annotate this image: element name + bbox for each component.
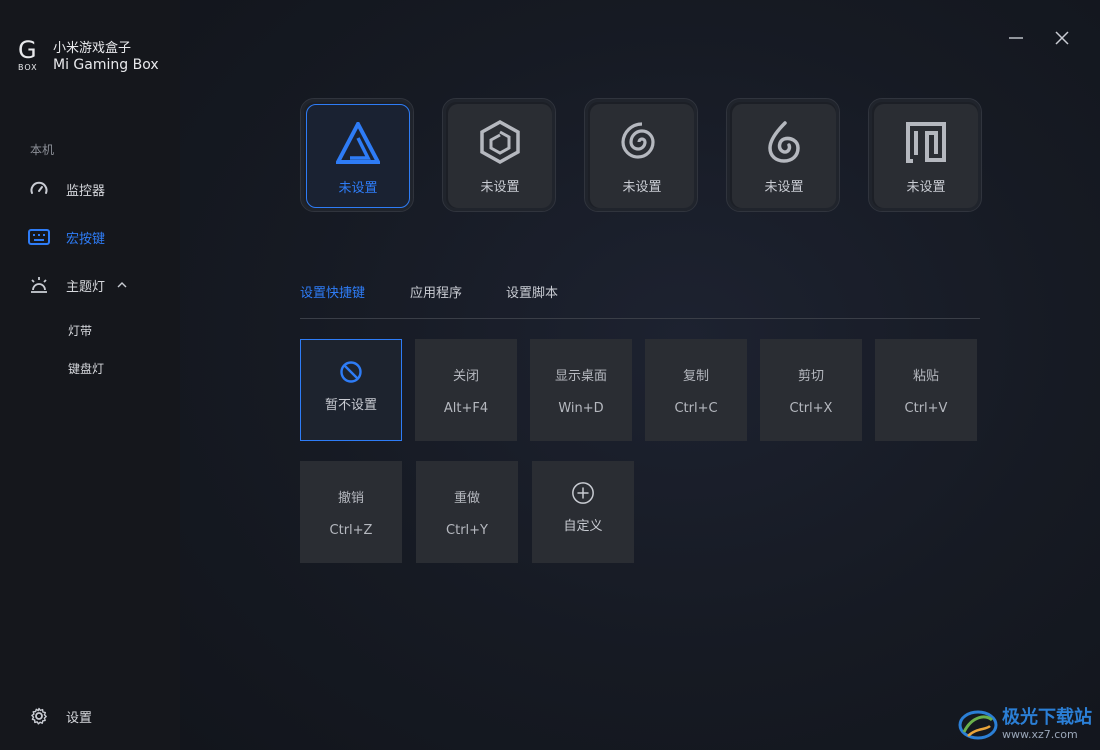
aurora-logo-icon <box>958 710 998 740</box>
brand: G BOX 小米游戏盒子 Mi Gaming Box <box>18 38 159 74</box>
g-box-logo: G BOX <box>18 38 46 72</box>
square-spiral-icon <box>904 120 948 164</box>
profile-slot-label: 未设置 <box>480 180 520 195</box>
close-button[interactable] <box>1052 28 1072 48</box>
profile-slot-3[interactable]: 未设置 <box>584 98 698 212</box>
sidebar-subitem-light-strip[interactable]: 灯带 <box>68 322 92 339</box>
sidebar-item-label: 监控器 <box>66 183 106 199</box>
tab-divider <box>300 318 980 319</box>
plus-circle-icon <box>571 481 595 505</box>
shortcut-tile-custom[interactable]: 自定义 <box>532 461 634 563</box>
app-name-cn: 小米游戏盒子 <box>53 41 132 56</box>
sidebar: G BOX 小米游戏盒子 Mi Gaming Box 本机 监控器 宏按键 主题… <box>0 0 180 750</box>
shortcut-tile-redo[interactable]: 重做 Ctrl+Y <box>416 461 518 563</box>
main-panel: 未设置 未设置 未设置 未设置 未设置 设置快捷键 应用程序 设置脚本 暂不设置… <box>180 0 1100 750</box>
sidebar-subitem-keyboard-light[interactable]: 键盘灯 <box>68 360 104 377</box>
shortcut-tile-close[interactable]: 关闭 Alt+F4 <box>415 339 517 441</box>
shortcut-tile-cut[interactable]: 剪切 Ctrl+X <box>760 339 862 441</box>
shortcut-name: 撤销 <box>337 491 364 506</box>
minimize-button[interactable] <box>1006 28 1026 48</box>
sidebar-item-settings[interactable]: 设置 <box>28 705 92 727</box>
shortcut-key: Ctrl+Z <box>329 523 373 538</box>
shortcut-name: 显示桌面 <box>554 369 607 384</box>
sidebar-item-monitor[interactable]: 监控器 <box>28 178 105 200</box>
shortcut-name: 粘贴 <box>912 369 939 384</box>
keyboard-icon <box>28 226 50 248</box>
shortcut-name: 关闭 <box>452 369 479 384</box>
logo-g: G <box>18 36 37 64</box>
ban-icon <box>339 360 363 384</box>
sidebar-item-theme-light[interactable]: 主题灯 <box>28 274 127 296</box>
profile-slot-5[interactable]: 未设置 <box>868 98 982 212</box>
profile-slot-label: 未设置 <box>338 181 378 196</box>
profile-slot-label: 未设置 <box>764 180 804 195</box>
sidebar-item-label: 宏按键 <box>66 231 106 247</box>
shortcut-tile-show-desktop[interactable]: 显示桌面 Win+D <box>530 339 632 441</box>
shortcut-key: Ctrl+C <box>674 401 718 416</box>
section-label-local: 本机 <box>30 143 55 157</box>
speedometer-icon <box>28 178 50 200</box>
sidebar-item-label: 设置 <box>66 710 93 726</box>
hexagon-logo-icon <box>478 120 522 164</box>
triangle-logo-icon <box>336 121 380 165</box>
gear-icon <box>28 705 50 727</box>
watermark-url: www.xz7.com <box>1002 728 1078 741</box>
profile-slot-label: 未设置 <box>622 180 662 195</box>
lamp-icon <box>28 274 50 296</box>
close-icon <box>1055 31 1069 45</box>
profile-slot-4[interactable]: 未设置 <box>726 98 840 212</box>
profile-slot-1[interactable]: 未设置 <box>300 98 414 212</box>
logo-box: BOX <box>18 63 38 72</box>
spiral-icon <box>620 120 664 164</box>
shortcut-label: 暂不设置 <box>324 398 377 413</box>
tab-applications[interactable]: 应用程序 <box>410 282 462 301</box>
profile-slot-2[interactable]: 未设置 <box>442 98 556 212</box>
profile-slot-label: 未设置 <box>906 180 946 195</box>
watermark: 极光下载站 www.xz7.com <box>958 708 1092 742</box>
shortcut-tile-undo[interactable]: 撤销 Ctrl+Z <box>300 461 402 563</box>
tab-set-shortcut[interactable]: 设置快捷键 <box>300 282 365 301</box>
sidebar-item-macro-keys[interactable]: 宏按键 <box>28 226 105 248</box>
flame-icon <box>762 120 806 164</box>
shortcut-key: Ctrl+X <box>789 401 833 416</box>
app-name-en: Mi Gaming Box <box>53 57 159 73</box>
sidebar-item-label: 主题灯 <box>66 279 106 295</box>
shortcut-tile-none[interactable]: 暂不设置 <box>300 339 402 441</box>
tab-set-script[interactable]: 设置脚本 <box>506 282 558 301</box>
shortcut-key: Alt+F4 <box>443 401 489 416</box>
shortcut-name: 重做 <box>453 491 480 506</box>
shortcut-name: 剪切 <box>797 369 824 384</box>
shortcut-name: 复制 <box>682 369 709 384</box>
shortcut-label: 自定义 <box>563 519 603 534</box>
shortcut-tile-paste[interactable]: 粘贴 Ctrl+V <box>875 339 977 441</box>
shortcut-key: Ctrl+V <box>904 401 948 416</box>
shortcut-key: Win+D <box>558 401 604 416</box>
shortcut-tile-copy[interactable]: 复制 Ctrl+C <box>645 339 747 441</box>
chevron-up-icon[interactable] <box>117 280 127 290</box>
watermark-name: 极光下载站 <box>1002 707 1092 728</box>
shortcut-key: Ctrl+Y <box>446 523 488 538</box>
